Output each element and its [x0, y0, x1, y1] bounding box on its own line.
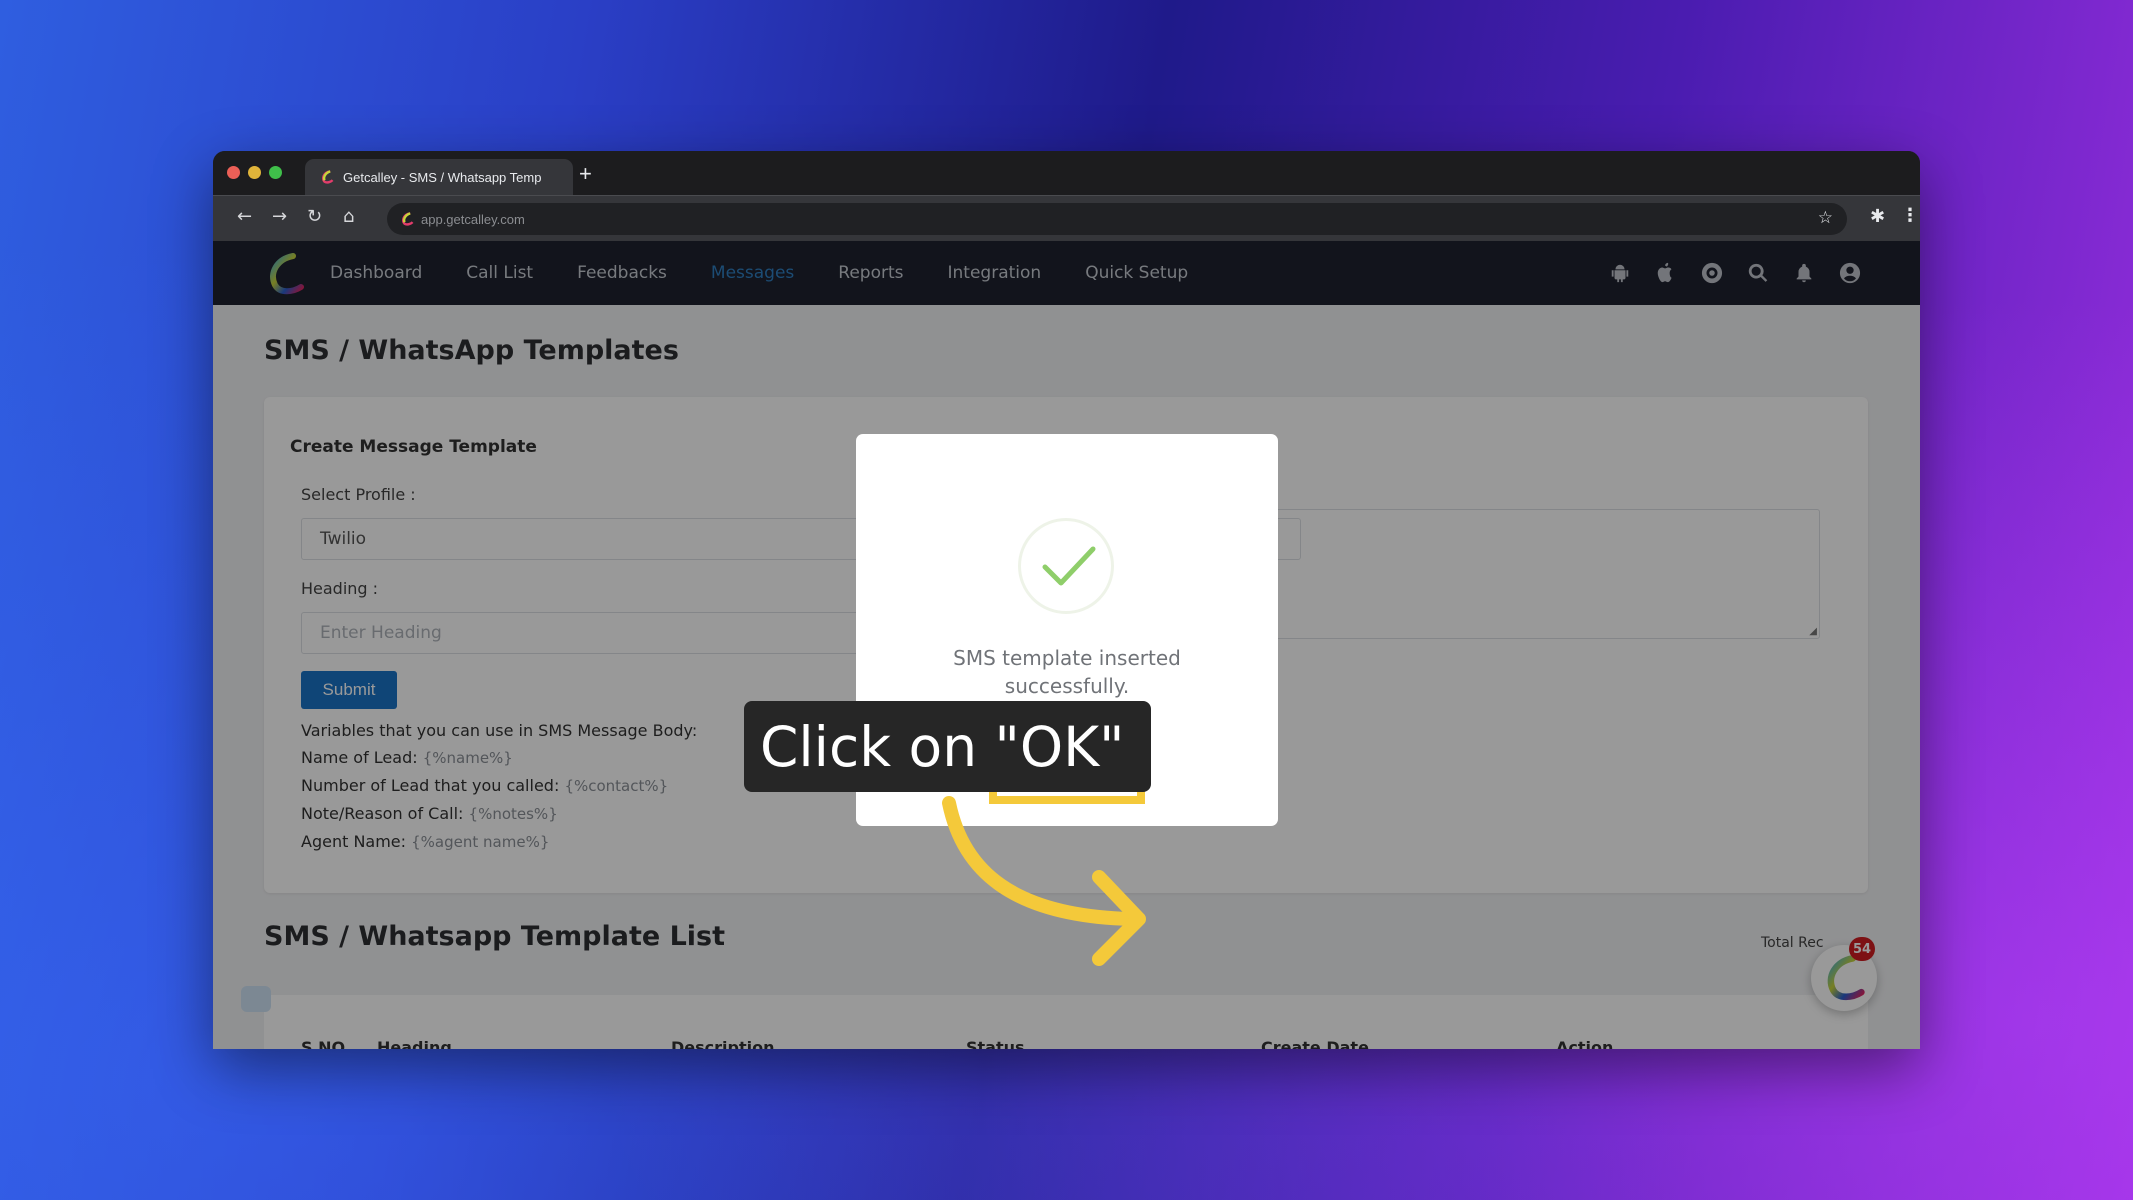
url-input[interactable]: app.getcalley.com ☆ [387, 203, 1847, 235]
back-icon[interactable]: ← [237, 206, 252, 227]
url-text: app.getcalley.com [421, 211, 525, 227]
reload-icon[interactable]: ↻ [307, 206, 322, 227]
extensions-puzzle-icon[interactable]: ✱ [1870, 206, 1885, 227]
new-tab-button[interactable]: + [579, 161, 592, 187]
getcalley-logo-icon [322, 170, 334, 184]
tutorial-callout: Click on "OK" [744, 701, 1151, 792]
forward-icon[interactable]: → [272, 206, 287, 227]
dialog-message: SMS template inserted successfully. [953, 646, 1181, 698]
bookmark-star-icon[interactable]: ☆ [1818, 208, 1833, 228]
tab-bar: Getcalley - SMS / Whatsapp Temp + [213, 151, 1920, 195]
browser-tab[interactable]: Getcalley - SMS / Whatsapp Temp [305, 159, 573, 195]
browser-menu-icon[interactable]: ⋮ [1901, 205, 1919, 226]
home-icon[interactable]: ⌂ [343, 206, 354, 227]
maximize-window-button[interactable] [269, 166, 282, 179]
tutorial-arrow-icon [942, 796, 1146, 966]
address-bar: ← → ↻ ⌂ app.getcalley.com ☆ ✱ ⋮ [213, 195, 1920, 241]
site-favicon-icon [402, 212, 414, 226]
tab-title: Getcalley - SMS / Whatsapp Temp [343, 169, 542, 185]
close-window-button[interactable] [227, 166, 240, 179]
browser-window: Getcalley - SMS / Whatsapp Temp + ← → ↻ … [213, 151, 1920, 1049]
success-check-icon [1018, 518, 1114, 614]
minimize-window-button[interactable] [248, 166, 261, 179]
